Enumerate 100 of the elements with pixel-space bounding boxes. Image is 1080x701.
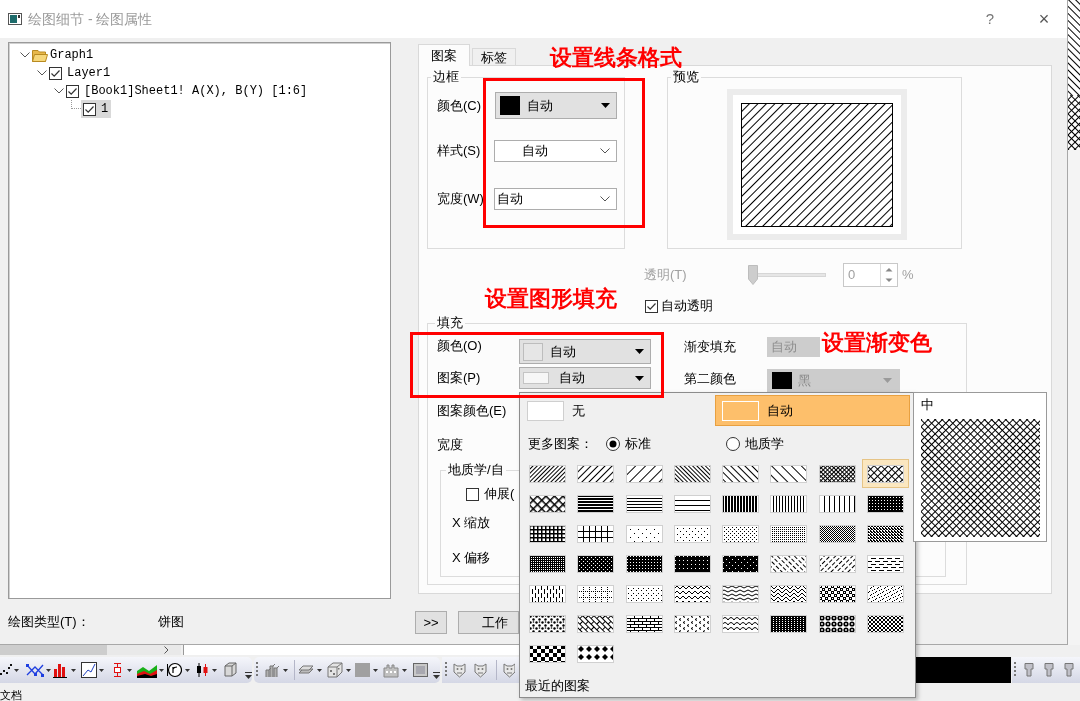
dotted-pattern-icon — [625, 584, 663, 603]
lattice-pattern-icon — [577, 614, 615, 633]
scatter-plot-icon[interactable] — [0, 662, 12, 678]
dropdown-caret-icon[interactable] — [127, 668, 132, 672]
blobs-pattern-icon — [529, 614, 566, 633]
fill-pattern-dropdown[interactable]: 自动 — [519, 367, 651, 389]
dropdown-arrow-icon — [635, 375, 644, 381]
tab[interactable]: 标签 — [472, 48, 516, 65]
dropdown-caret-icon[interactable] — [283, 668, 288, 672]
pin-icon[interactable] — [1062, 662, 1076, 678]
dropdown-caret-icon[interactable] — [71, 668, 76, 672]
error-bar-icon[interactable] — [111, 662, 124, 678]
checkbox-icon[interactable] — [466, 487, 479, 501]
crosshatch-pattern-icon — [818, 464, 856, 483]
fill-color-dropdown[interactable]: 自动 — [519, 339, 651, 364]
checkbox-icon[interactable] — [49, 66, 62, 80]
dropdown-arrow-icon — [635, 349, 644, 354]
framed-square-icon[interactable] — [413, 662, 428, 678]
dropdown-caret-icon[interactable] — [185, 668, 190, 672]
folder-icon — [32, 48, 48, 62]
dotted-grid-pattern-icon — [577, 584, 615, 603]
radio-icon[interactable] — [606, 437, 620, 451]
pattern-swatch-icon — [523, 372, 549, 384]
auto-transparency-checkbox[interactable]: 自动透明 — [645, 296, 713, 316]
checkbox-icon[interactable] — [645, 299, 658, 313]
chevron-down-icon[interactable] — [54, 88, 64, 94]
stretch-checkbox[interactable]: 伸展( — [466, 484, 515, 504]
tree-item[interactable]: [Book1]Sheet1! A(X), B(Y) [1:6] — [64, 82, 311, 100]
horizontal-scrollbar[interactable] — [0, 645, 181, 655]
menu-option[interactable]: 自动 — [715, 395, 910, 426]
chevron-right-icon[interactable] — [164, 646, 169, 654]
dropdown-caret-icon[interactable] — [346, 668, 351, 672]
line-symbol-plot-icon[interactable] — [26, 662, 44, 678]
radio-option[interactable]: 标准 — [606, 434, 726, 454]
dropdown-caret-icon[interactable] — [373, 668, 378, 672]
dropdown-caret-icon[interactable] — [99, 668, 104, 672]
field-label: 图案颜色(E) — [437, 402, 507, 421]
dropdown-caret-icon[interactable] — [46, 668, 51, 672]
dice-icon[interactable] — [327, 662, 343, 678]
dropdown-caret-icon[interactable] — [159, 668, 164, 672]
pattern-option[interactable] — [862, 459, 910, 488]
candlestick-icon[interactable] — [196, 662, 209, 678]
field-label: 更多图案： — [528, 435, 594, 454]
mask-icon[interactable] — [452, 662, 467, 678]
dropdown-caret-icon[interactable] — [14, 668, 19, 672]
work-button[interactable]: 工作 — [458, 611, 519, 634]
checkbox-icon[interactable] — [83, 102, 96, 116]
mask-icon[interactable] — [473, 662, 488, 678]
expand-button[interactable]: >> — [415, 611, 447, 634]
status-text: 文档 — [0, 690, 22, 701]
bricks-pattern-icon — [625, 614, 663, 633]
diagonal-lines-pattern-icon — [722, 464, 760, 483]
polar-plot-icon[interactable] — [167, 662, 182, 678]
bar-chart-icon[interactable] — [53, 662, 67, 678]
field-label: 样式(S) — [437, 142, 482, 161]
horizontal-lines-pattern-icon — [625, 494, 663, 513]
dashed-lines-pattern-icon — [529, 584, 566, 603]
dots-pattern-icon — [625, 524, 663, 543]
chevron-down-icon[interactable] — [20, 52, 30, 58]
herringbone-pattern-icon — [770, 584, 808, 603]
line-color-dropdown[interactable]: 自动 — [495, 92, 617, 119]
field-label: 颜色(O) — [437, 338, 483, 354]
field-label: 颜色(C) — [437, 96, 483, 115]
dropdown-caret-icon[interactable] — [402, 668, 407, 672]
dashed-lines-pattern-icon — [818, 554, 856, 573]
dots-pattern-icon — [722, 524, 760, 543]
line-width-dropdown[interactable]: 自动 — [494, 188, 617, 210]
tree-item[interactable]: Graph1 — [30, 46, 97, 64]
menu-option[interactable]: 无 — [520, 395, 715, 426]
bar-3d-icon[interactable] — [264, 662, 280, 678]
window-icon — [8, 13, 22, 25]
close-button[interactable]: × — [1021, 4, 1067, 34]
weave-pattern-icon — [818, 584, 856, 603]
slider-track[interactable] — [748, 265, 826, 285]
dropdown-caret-icon[interactable] — [317, 668, 322, 672]
help-button[interactable]: ? — [975, 4, 1005, 34]
checkbox-icon[interactable] — [66, 84, 79, 98]
tab[interactable]: 图案 — [418, 44, 470, 66]
chevron-down-icon[interactable] — [37, 70, 47, 76]
scrollbar-thumb[interactable] — [0, 645, 107, 655]
tree-item[interactable]: Layer1 — [47, 64, 114, 82]
grid-pattern-icon — [867, 494, 905, 513]
group-label: 地质学/自 — [447, 462, 505, 478]
field-label: X 缩放 — [452, 514, 491, 533]
mask-icon[interactable] — [502, 662, 515, 678]
field-label: 绘图类型(T)： — [8, 612, 91, 631]
dots-pattern-icon — [673, 524, 711, 543]
tree-item[interactable]: 1 — [81, 100, 112, 118]
line-style-dropdown[interactable]: 自动 — [494, 140, 617, 162]
pin-icon[interactable] — [1022, 662, 1036, 678]
cube-icon[interactable] — [224, 662, 237, 678]
dark-dots-pattern-icon — [625, 554, 663, 573]
dropdown-caret-icon[interactable] — [212, 668, 217, 672]
pin-icon[interactable] — [1042, 662, 1056, 678]
area-chart-icon[interactable] — [137, 662, 157, 678]
radio-option[interactable]: 地质学 — [726, 434, 846, 454]
field-label: 透明(T) — [644, 266, 688, 285]
radio-icon[interactable] — [726, 437, 740, 451]
line-graph-icon[interactable] — [81, 662, 97, 678]
crosshatch-pattern-icon — [529, 494, 566, 513]
